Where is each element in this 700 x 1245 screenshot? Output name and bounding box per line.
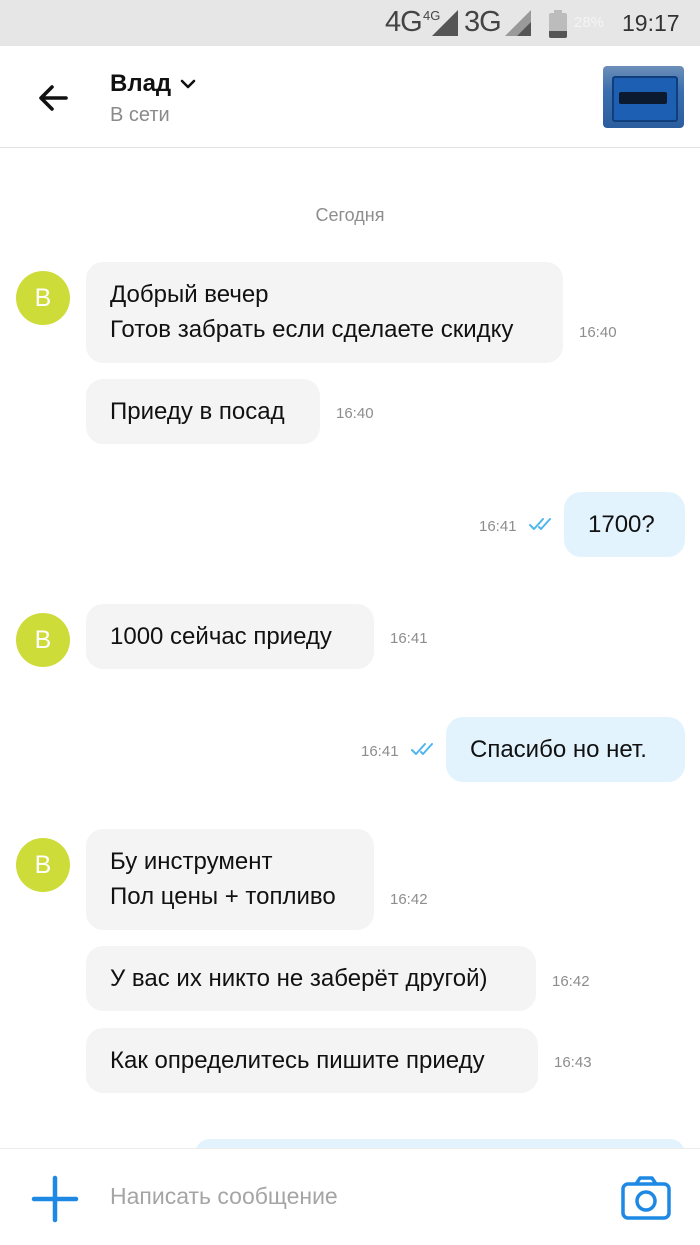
network-3g-label: 3G [464, 6, 502, 38]
message-time: 16:41 [390, 630, 428, 647]
message-text: 1000 сейчас приеду [110, 623, 332, 650]
signal-icon [505, 10, 531, 36]
message-time: 16:40 [579, 324, 617, 341]
message-time: 16:41 [479, 518, 517, 535]
message-time: 16:42 [552, 973, 590, 990]
avatar[interactable]: В [16, 271, 70, 325]
avatar[interactable]: В [16, 613, 70, 667]
message-text: 1700? [588, 511, 655, 538]
camera-icon[interactable] [620, 1175, 672, 1221]
signal-icon [432, 10, 458, 36]
message-bubble-outgoing[interactable]: Спасибо но нет. [446, 717, 685, 782]
message-time: 16:43 [554, 1054, 592, 1071]
plus-icon[interactable] [31, 1175, 79, 1223]
message-bubble-incoming[interactable]: Приеду в посад [86, 379, 320, 444]
listing-thumbnail[interactable] [603, 66, 684, 128]
double-check-icon [529, 518, 551, 530]
network-4g-label: 4G [385, 6, 423, 38]
status-clock: 19:17 [622, 10, 680, 36]
chat-header: Влад В сети [0, 46, 700, 148]
message-time: 16:42 [390, 891, 428, 908]
battery-percent: 28% [574, 14, 605, 31]
message-text: Как определитесь пишите приеду [110, 1047, 485, 1074]
avatar[interactable]: В [16, 838, 70, 892]
message-text: Спасибо но нет. [470, 736, 647, 763]
message-bubble-incoming[interactable]: Бу инструмент Пол цены + топливо [86, 829, 374, 930]
message-bubble-outgoing[interactable]: 1700? [564, 492, 685, 557]
message-text: Приеду в посад [110, 398, 285, 425]
day-separator: Сегодня [315, 205, 385, 225]
contact-status: В сети [110, 104, 170, 126]
chevron-down-icon[interactable] [180, 78, 196, 92]
message-time: 16:41 [361, 743, 399, 760]
double-check-icon [411, 743, 433, 755]
message-bubble-incoming[interactable]: Добрый вечер Готов забрать если сделаете… [86, 262, 563, 363]
message-text: Добрый вечер [110, 281, 269, 308]
message-composer: Написать сообщение [0, 1148, 700, 1245]
message-text: Готов забрать если сделаете скидку [110, 316, 514, 343]
contact-name[interactable]: Влад [110, 70, 171, 98]
message-input[interactable]: Написать сообщение [110, 1183, 338, 1210]
battery-icon [549, 10, 567, 38]
message-text: У вас их никто не заберёт другой) [110, 965, 488, 992]
message-bubble-incoming[interactable]: У вас их никто не заберёт другой) [86, 946, 536, 1011]
message-text: Пол цены + топливо [110, 883, 336, 910]
back-arrow-icon[interactable] [32, 76, 76, 120]
message-time: 16:40 [336, 405, 374, 422]
message-text: Бу инструмент [110, 848, 273, 875]
status-bar: 4G 4G 3G 28% 19:17 [0, 0, 700, 46]
message-bubble-incoming[interactable]: 1000 сейчас приеду [86, 604, 374, 669]
message-bubble-incoming[interactable]: Как определитесь пишите приеду [86, 1028, 538, 1093]
